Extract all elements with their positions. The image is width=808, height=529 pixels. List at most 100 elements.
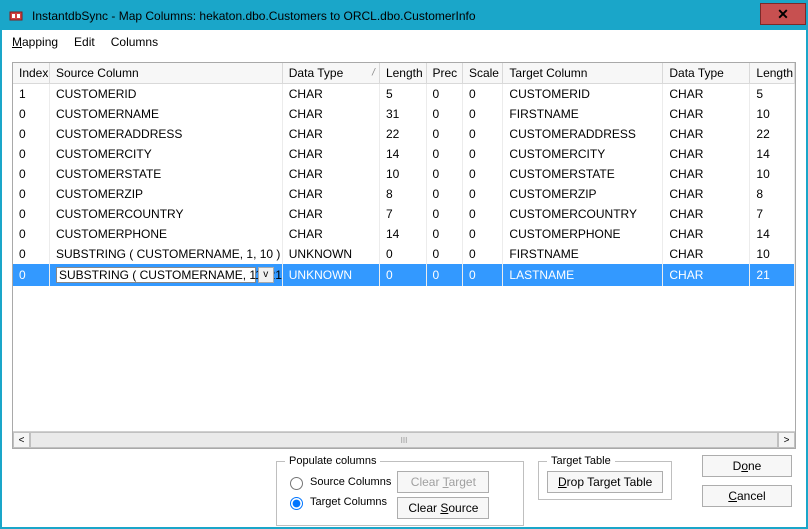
col-data-type[interactable]: Data Type / xyxy=(282,63,379,84)
cell-source[interactable]: SUBSTRING ( CUSTOMERNAME, 1, 10 ) xyxy=(49,244,282,264)
source-edit-input[interactable]: SUBSTRING ( CUSTOMERNAME, 11, 21 ) xyxy=(56,267,256,283)
cell-index[interactable]: 0 xyxy=(13,244,49,264)
cell-prec[interactable]: 0 xyxy=(426,144,462,164)
cell-length[interactable]: 8 xyxy=(379,184,426,204)
cell-ttype[interactable]: CHAR xyxy=(663,164,750,184)
cell-ttype[interactable]: CHAR xyxy=(663,184,750,204)
cell-target[interactable]: CUSTOMERCOUNTRY xyxy=(503,204,663,224)
menu-columns[interactable]: Columns xyxy=(111,35,158,49)
cell-length2[interactable]: 21 xyxy=(750,264,795,286)
cell-source[interactable]: CUSTOMERID xyxy=(49,84,282,105)
cell-prec[interactable]: 0 xyxy=(426,84,462,105)
col-length[interactable]: Length xyxy=(379,63,426,84)
cell-index[interactable]: 0 xyxy=(13,204,49,224)
table-row[interactable]: 0SUBSTRING ( CUSTOMERNAME, 1, 10 )UNKNOW… xyxy=(13,244,795,264)
cell-length[interactable]: 0 xyxy=(379,244,426,264)
cell-scale[interactable]: 0 xyxy=(462,164,502,184)
cell-stype[interactable]: CHAR xyxy=(282,204,379,224)
cell-scale[interactable]: 0 xyxy=(462,264,502,286)
radio-source-columns[interactable]: Source Columns xyxy=(285,474,391,490)
done-button[interactable]: Done xyxy=(702,455,792,477)
scroll-thumb-icon[interactable]: III xyxy=(401,436,408,445)
col-index[interactable]: Index xyxy=(13,63,49,84)
cell-source[interactable]: CUSTOMERPHONE xyxy=(49,224,282,244)
cell-prec[interactable]: 0 xyxy=(426,244,462,264)
menu-edit[interactable]: Edit xyxy=(74,35,95,49)
radio-target-input[interactable] xyxy=(290,497,303,510)
cell-ttype[interactable]: CHAR xyxy=(663,224,750,244)
cell-prec[interactable]: 0 xyxy=(426,124,462,144)
cell-length[interactable]: 14 xyxy=(379,144,426,164)
table-row[interactable]: 0CUSTOMERNAMECHAR3100FIRSTNAMECHAR10 xyxy=(13,104,795,124)
titlebar[interactable]: InstantdbSync - Map Columns: hekaton.dbo… xyxy=(2,2,806,30)
cell-index[interactable]: 0 xyxy=(13,104,49,124)
cell-index[interactable]: 0 xyxy=(13,164,49,184)
cell-target[interactable]: CUSTOMERCITY xyxy=(503,144,663,164)
cell-scale[interactable]: 0 xyxy=(462,84,502,105)
col-target-column[interactable]: Target Column xyxy=(503,63,663,84)
cell-length[interactable]: 7 xyxy=(379,204,426,224)
cell-ttype[interactable]: CHAR xyxy=(663,144,750,164)
cell-target[interactable]: CUSTOMERSTATE xyxy=(503,164,663,184)
cell-scale[interactable]: 0 xyxy=(462,244,502,264)
table-row[interactable]: 0CUSTOMERZIPCHAR800CUSTOMERZIPCHAR8 xyxy=(13,184,795,204)
cell-index[interactable]: 1 xyxy=(13,84,49,105)
cell-prec[interactable]: 0 xyxy=(426,224,462,244)
cell-source[interactable]: CUSTOMERZIP xyxy=(49,184,282,204)
col-scale[interactable]: Scale xyxy=(462,63,502,84)
cell-stype[interactable]: CHAR xyxy=(282,224,379,244)
cell-target[interactable]: LASTNAME xyxy=(503,264,663,286)
scroll-right-button[interactable]: > xyxy=(778,432,795,448)
cell-stype[interactable]: CHAR xyxy=(282,144,379,164)
cell-prec[interactable]: 0 xyxy=(426,164,462,184)
cell-prec[interactable]: 0 xyxy=(426,104,462,124)
col-prec[interactable]: Prec xyxy=(426,63,462,84)
col-length2[interactable]: Length xyxy=(750,63,795,84)
horizontal-scrollbar[interactable]: < III > xyxy=(13,431,795,448)
cell-scale[interactable]: 0 xyxy=(462,104,502,124)
cell-target[interactable]: CUSTOMERADDRESS xyxy=(503,124,663,144)
cell-length[interactable]: 10 xyxy=(379,164,426,184)
col-data-type2[interactable]: Data Type xyxy=(663,63,750,84)
cell-length2[interactable]: 7 xyxy=(750,204,795,224)
cell-index[interactable]: 0 xyxy=(13,124,49,144)
table-row[interactable]: 0CUSTOMERCOUNTRYCHAR700CUSTOMERCOUNTRYCH… xyxy=(13,204,795,224)
cell-index[interactable]: 0 xyxy=(13,144,49,164)
cell-prec[interactable]: 0 xyxy=(426,264,462,286)
cell-prec[interactable]: 0 xyxy=(426,204,462,224)
cell-length[interactable]: 0 xyxy=(379,264,426,286)
table-row[interactable]: 0CUSTOMERADDRESSCHAR2200CUSTOMERADDRESSC… xyxy=(13,124,795,144)
column-grid[interactable]: Index Source Column Data Type / Length P… xyxy=(13,63,795,431)
table-row[interactable]: 1CUSTOMERIDCHAR500CUSTOMERIDCHAR5 xyxy=(13,84,795,105)
cell-stype[interactable]: CHAR xyxy=(282,104,379,124)
cell-stype[interactable]: CHAR xyxy=(282,184,379,204)
cell-target[interactable]: CUSTOMERID xyxy=(503,84,663,105)
table-row[interactable]: 0CUSTOMERCITYCHAR1400CUSTOMERCITYCHAR14 xyxy=(13,144,795,164)
cell-stype[interactable]: CHAR xyxy=(282,164,379,184)
cell-source-editing[interactable]: SUBSTRING ( CUSTOMERNAME, 11, 21 )v xyxy=(49,264,282,286)
cell-length2[interactable]: 10 xyxy=(750,244,795,264)
cell-length2[interactable]: 14 xyxy=(750,144,795,164)
cell-stype[interactable]: CHAR xyxy=(282,84,379,105)
cell-ttype[interactable]: CHAR xyxy=(663,104,750,124)
cell-index[interactable]: 0 xyxy=(13,264,49,286)
cell-stype[interactable]: UNKNOWN xyxy=(282,244,379,264)
scroll-left-button[interactable]: < xyxy=(13,432,30,448)
cell-target[interactable]: FIRSTNAME xyxy=(503,244,663,264)
cancel-button[interactable]: Cancel xyxy=(702,485,792,507)
cell-length[interactable]: 14 xyxy=(379,224,426,244)
scroll-track[interactable]: III xyxy=(30,432,778,448)
cell-source[interactable]: CUSTOMERCOUNTRY xyxy=(49,204,282,224)
cell-source[interactable]: CUSTOMERCITY xyxy=(49,144,282,164)
cell-scale[interactable]: 0 xyxy=(462,144,502,164)
cell-scale[interactable]: 0 xyxy=(462,224,502,244)
clear-source-button[interactable]: Clear Source xyxy=(397,497,489,519)
cell-prec[interactable]: 0 xyxy=(426,184,462,204)
cell-length[interactable]: 22 xyxy=(379,124,426,144)
dropdown-button[interactable]: v xyxy=(258,267,274,283)
cell-target[interactable]: CUSTOMERZIP xyxy=(503,184,663,204)
cell-target[interactable]: FIRSTNAME xyxy=(503,104,663,124)
cell-ttype[interactable]: CHAR xyxy=(663,264,750,286)
cell-length2[interactable]: 22 xyxy=(750,124,795,144)
cell-target[interactable]: CUSTOMERPHONE xyxy=(503,224,663,244)
